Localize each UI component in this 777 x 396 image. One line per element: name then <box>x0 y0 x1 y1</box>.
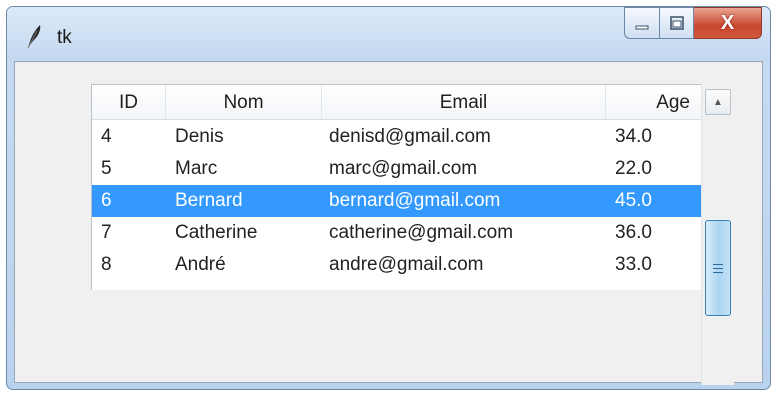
cell-age: 34.0 <box>615 126 652 147</box>
feather-icon <box>25 23 43 49</box>
cell-age: 33.0 <box>615 254 652 275</box>
cell-id: 4 <box>101 126 112 147</box>
window-title: tk <box>57 27 72 48</box>
table-row[interactable]: 7 Catherine catherine@gmail.com 36.0 <box>92 217 702 249</box>
table-row-selected[interactable]: 6 Bernard bernard@gmail.com 45.0 <box>92 185 702 217</box>
column-header-email[interactable]: Email <box>322 85 606 120</box>
maximize-icon <box>669 16 684 30</box>
cell-email: bernard@gmail.com <box>329 190 501 211</box>
cell-id: 7 <box>101 222 112 243</box>
title-bar[interactable]: tk X <box>7 7 770 61</box>
cell-email: denisd@gmail.com <box>329 126 491 147</box>
cell-nom: Denis <box>175 126 224 147</box>
table-body: 4 Denis denisd@gmail.com 34.0 5 Marc mar… <box>92 121 702 281</box>
cell-age: 45.0 <box>615 190 652 211</box>
grip-icon <box>713 263 723 273</box>
cell-nom: Catherine <box>175 222 258 243</box>
cell-age: 22.0 <box>615 158 652 179</box>
cell-nom: Bernard <box>175 190 243 211</box>
table-header: ID Nom Email Age <box>92 85 702 120</box>
close-icon: X <box>720 11 735 34</box>
cell-email: andre@gmail.com <box>329 254 484 275</box>
scroll-up-button[interactable]: ▲ <box>705 89 731 115</box>
table-row[interactable]: 8 André andre@gmail.com 33.0 <box>92 249 702 281</box>
column-header-id[interactable]: ID <box>92 85 166 120</box>
minimize-button[interactable] <box>624 7 660 39</box>
cell-email: marc@gmail.com <box>329 158 478 179</box>
window-controls: X <box>624 7 762 47</box>
cell-id: 8 <box>101 254 112 275</box>
table-row[interactable]: 5 Marc marc@gmail.com 22.0 <box>92 153 702 185</box>
close-button[interactable]: X <box>694 7 762 39</box>
cell-id: 5 <box>101 158 112 179</box>
column-header-age[interactable]: Age <box>606 85 702 120</box>
minimize-icon <box>635 25 649 30</box>
cell-nom: Marc <box>175 158 218 179</box>
cell-email: catherine@gmail.com <box>329 222 514 243</box>
cell-id: 6 <box>101 190 112 211</box>
table-row[interactable]: 4 Denis denisd@gmail.com 34.0 <box>92 121 702 153</box>
scrollbar-thumb[interactable] <box>705 220 731 316</box>
cell-age: 36.0 <box>615 222 652 243</box>
vertical-scrollbar[interactable]: ▲ <box>701 84 734 385</box>
column-header-nom[interactable]: Nom <box>166 85 322 120</box>
treeview-table[interactable]: ID Nom Email Age 4 Denis denisd@gmail.co… <box>91 84 702 290</box>
cell-nom: André <box>175 254 226 275</box>
maximize-button[interactable] <box>660 7 694 39</box>
arrow-up-icon: ▲ <box>713 96 723 108</box>
